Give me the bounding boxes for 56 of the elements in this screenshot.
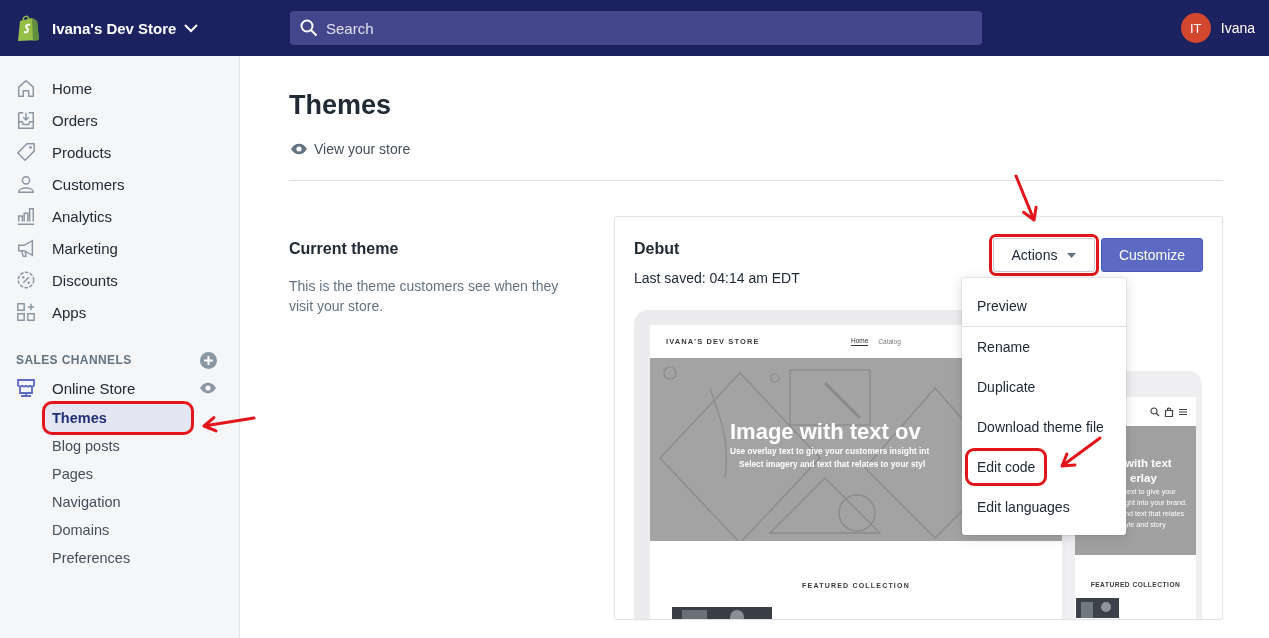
sidebar-item[interactable]: Apps [0, 296, 239, 328]
search-icon [1150, 406, 1160, 417]
sidebar-subitem[interactable]: Navigation [45, 488, 191, 516]
last-saved-text: Last saved: 04:14 am EDT [634, 269, 800, 288]
home-icon [16, 77, 36, 99]
page-title: Themes [289, 89, 393, 122]
view-store-link[interactable]: View your store [314, 141, 411, 157]
menu-icon [1178, 406, 1188, 417]
section-title: SALES CHANNELS [16, 353, 132, 367]
menu-item[interactable]: Duplicate [962, 367, 1126, 407]
menu-item[interactable]: Edit languages [962, 487, 1126, 527]
menu-item[interactable]: Download theme file [962, 407, 1126, 447]
inbox-icon [16, 109, 36, 131]
sidebar-item[interactable]: Customers [0, 168, 239, 200]
hero-text: Use overlay text to give your customers insight int [730, 445, 930, 458]
theme-name: Debut [634, 239, 681, 259]
user-avatar[interactable]: IT [1180, 13, 1211, 43]
sidebar-item[interactable]: Marketing [0, 232, 239, 264]
apps-grid-icon [16, 301, 36, 323]
hero-text: Select imagery and text that relates to your styl [738, 458, 927, 471]
user-name[interactable]: Ivana [1220, 20, 1255, 36]
shopping-bag-logo [16, 14, 40, 42]
tag-icon [16, 141, 36, 163]
eye-icon [290, 143, 308, 155]
hero-title: erlay [1129, 471, 1158, 486]
section-description: This is the theme customers see when they visit your store. [289, 277, 560, 316]
sidebar-subitem[interactable]: Domains [45, 516, 191, 544]
sidebar-item[interactable]: Discounts [0, 264, 239, 296]
person-icon [16, 173, 36, 195]
section-heading: Current theme [289, 240, 400, 258]
eye-icon[interactable] [199, 382, 217, 394]
search-field[interactable]: Search [290, 11, 982, 45]
customize-button[interactable]: Customize [1101, 238, 1203, 272]
menu-item[interactable]: Rename [962, 327, 1126, 367]
badge-icon [16, 269, 36, 291]
menu-item[interactable]: Edit code [965, 448, 1048, 486]
add-icon[interactable] [200, 351, 217, 369]
hero-title: with text [1125, 456, 1173, 471]
sidebar-subitem[interactable]: Blog posts [45, 432, 191, 460]
sidebar-subitem[interactable]: Themes [45, 404, 191, 432]
sidebar-subitem[interactable]: Pages [45, 460, 191, 488]
caret-icon [1067, 252, 1077, 258]
menu-item[interactable]: Preview [962, 286, 1126, 326]
sidebar-item[interactable]: Online Store [52, 379, 199, 397]
sidebar-item[interactable]: Products [0, 136, 239, 168]
sidebar-item[interactable]: Home [0, 72, 239, 104]
bar-chart-icon [16, 205, 36, 227]
storefront-icon [16, 378, 36, 398]
store-switcher[interactable]: Ivana's Dev Store [52, 19, 199, 37]
sidebar-item[interactable]: Orders [0, 104, 239, 136]
megaphone-icon [16, 237, 36, 259]
hero-title: Image with text ov [730, 419, 922, 445]
chevron-down-icon [184, 23, 199, 33]
sidebar-item[interactable]: Analytics [0, 200, 239, 232]
sidebar-subitem[interactable]: Preferences [45, 544, 191, 572]
bag-icon [1164, 406, 1174, 417]
